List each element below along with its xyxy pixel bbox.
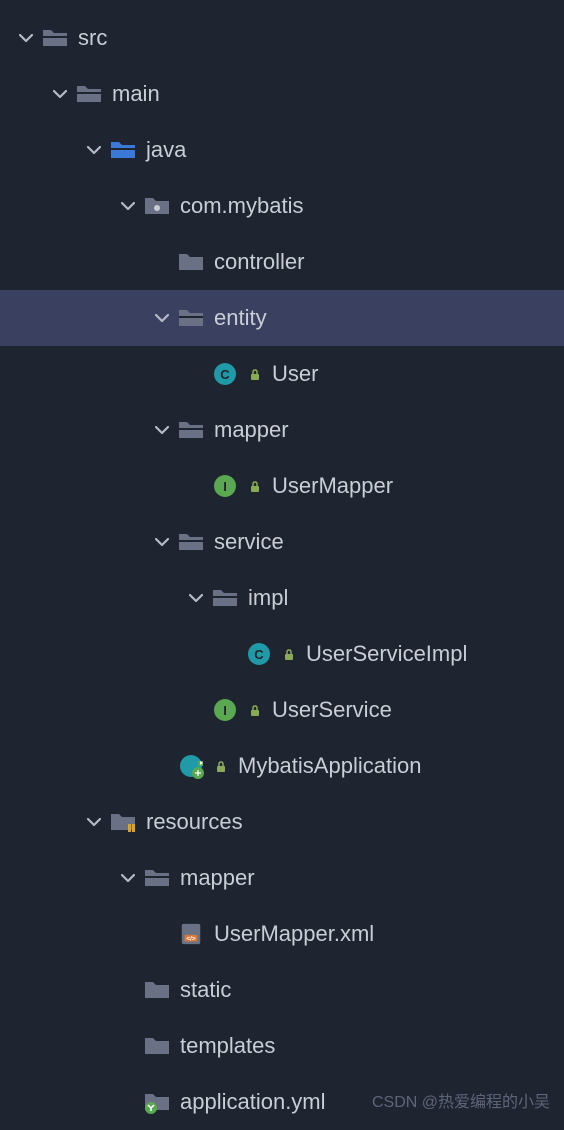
tree-item-mapper-pkg[interactable]: mapper <box>0 402 564 458</box>
tree-item-label: controller <box>214 249 304 275</box>
tree-item-label: service <box>214 529 284 555</box>
tree-item-templates[interactable]: templates <box>0 1018 564 1074</box>
tree-item-src[interactable]: src <box>0 10 564 66</box>
chevron-down-icon <box>118 868 138 888</box>
tree-item-user-class[interactable]: C User <box>0 346 564 402</box>
chevron-down-icon <box>152 532 172 552</box>
tree-item-label: UserService <box>272 697 392 723</box>
tree-item-user-mapper[interactable]: I UserMapper <box>0 458 564 514</box>
tree-item-user-service-impl[interactable]: C UserServiceImpl <box>0 626 564 682</box>
folder-open-icon <box>76 81 102 107</box>
tree-item-user-service[interactable]: I UserService <box>0 682 564 738</box>
tree-item-label: impl <box>248 585 288 611</box>
spring-app-icon <box>178 753 204 779</box>
folder-java-icon <box>110 137 136 163</box>
folder-open-icon <box>144 865 170 891</box>
tree-item-label: static <box>180 977 231 1003</box>
xml-file-icon <box>178 921 204 947</box>
tree-item-label: mapper <box>214 417 289 443</box>
tree-item-entity[interactable]: entity <box>0 290 564 346</box>
chevron-down-icon <box>186 588 206 608</box>
tree-item-impl[interactable]: impl <box>0 570 564 626</box>
folder-open-icon <box>178 305 204 331</box>
chevron-down-icon <box>152 420 172 440</box>
tree-item-java[interactable]: java <box>0 122 564 178</box>
tree-item-resources[interactable]: resources <box>0 794 564 850</box>
tree-item-controller[interactable]: controller <box>0 234 564 290</box>
tree-item-label: templates <box>180 1033 275 1059</box>
tree-item-label: main <box>112 81 160 107</box>
tree-item-label: User <box>272 361 318 387</box>
lock-icon <box>282 647 296 661</box>
tree-item-user-mapper-xml[interactable]: UserMapper.xml <box>0 906 564 962</box>
tree-item-mybatis-application[interactable]: MybatisApplication <box>0 738 564 794</box>
chevron-down-icon <box>118 196 138 216</box>
lock-icon <box>248 703 262 717</box>
watermark: CSDN @热爱编程的小吴 <box>372 1088 550 1112</box>
tree-item-main[interactable]: main <box>0 66 564 122</box>
class-icon: C <box>246 641 272 667</box>
tree-item-label: MybatisApplication <box>238 753 421 779</box>
lock-icon <box>248 479 262 493</box>
tree-item-res-mapper[interactable]: mapper <box>0 850 564 906</box>
tree-item-label: com.mybatis <box>180 193 303 219</box>
tree-item-label: UserServiceImpl <box>306 641 467 667</box>
chevron-down-icon <box>50 84 70 104</box>
yml-file-icon <box>144 1089 170 1115</box>
tree-item-service[interactable]: service <box>0 514 564 570</box>
lock-icon <box>248 367 262 381</box>
tree-item-label: application.yml <box>180 1089 326 1115</box>
interface-icon: I <box>212 697 238 723</box>
folder-open-icon <box>178 529 204 555</box>
tree-item-label: src <box>78 25 107 51</box>
folder-package-icon <box>144 193 170 219</box>
tree-item-label: java <box>146 137 186 163</box>
project-tree: src main java com.mybatis controller ent… <box>0 0 564 1130</box>
tree-item-label: entity <box>214 305 267 331</box>
tree-item-label: UserMapper <box>272 473 393 499</box>
folder-open-icon <box>42 25 68 51</box>
folder-closed-icon <box>144 1033 170 1059</box>
tree-item-label: UserMapper.xml <box>214 921 374 947</box>
folder-open-icon <box>212 585 238 611</box>
chevron-down-icon <box>84 812 104 832</box>
chevron-down-icon <box>84 140 104 160</box>
tree-item-package[interactable]: com.mybatis <box>0 178 564 234</box>
interface-icon: I <box>212 473 238 499</box>
class-icon: C <box>212 361 238 387</box>
tree-item-static[interactable]: static <box>0 962 564 1018</box>
folder-closed-icon <box>178 249 204 275</box>
tree-item-label: mapper <box>180 865 255 891</box>
chevron-down-icon <box>152 308 172 328</box>
tree-item-label: resources <box>146 809 243 835</box>
folder-resources-icon <box>110 809 136 835</box>
folder-open-icon <box>178 417 204 443</box>
folder-closed-icon <box>144 977 170 1003</box>
lock-icon <box>214 759 228 773</box>
chevron-down-icon <box>16 28 36 48</box>
